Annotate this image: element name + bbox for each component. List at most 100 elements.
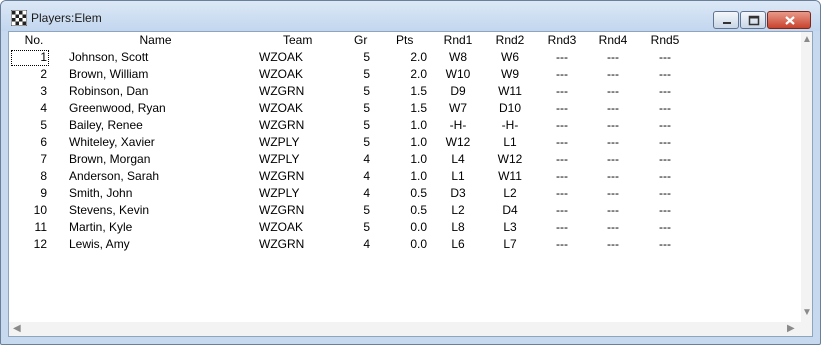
cell-name: Whiteley, Xavier xyxy=(69,135,155,149)
cell-rnd5: --- xyxy=(659,84,671,98)
cell-rnd4: --- xyxy=(607,50,619,64)
cell-rnd1: W7 xyxy=(449,101,467,115)
cell-team: WZGRN xyxy=(259,169,305,183)
cell-rnd4: --- xyxy=(607,135,619,149)
cell-pts: 0.0 xyxy=(410,237,427,251)
cell-rnd4: --- xyxy=(607,67,619,81)
cell-rnd3: --- xyxy=(556,67,568,81)
close-button[interactable] xyxy=(767,11,811,29)
cell-no: 12 xyxy=(33,237,47,251)
cell-team: WZGRN xyxy=(259,118,305,132)
cell-rnd1: D3 xyxy=(450,186,466,200)
table-row[interactable]: 9 Smith, John WZPLY 4 0.5 D3 L2 --- --- … xyxy=(9,185,804,202)
cell-rnd1: L4 xyxy=(451,152,465,166)
col-no[interactable]: No. xyxy=(19,32,49,49)
table-row[interactable]: 1 Johnson, Scott WZOAK 5 2.0 W8 W6 --- -… xyxy=(9,49,804,66)
table-row[interactable]: 4 Greenwood, Ryan WZOAK 5 1.5 W7 D10 ---… xyxy=(9,100,804,117)
cell-rnd1: W8 xyxy=(449,50,467,64)
col-name[interactable]: Name xyxy=(69,32,242,49)
scroll-right-icon[interactable]: ▶ xyxy=(787,324,795,334)
cell-name: Smith, John xyxy=(69,186,133,200)
cell-name: Bailey, Renee xyxy=(69,118,143,132)
cell-rnd2: L2 xyxy=(503,186,517,200)
cell-rnd4: --- xyxy=(607,203,619,217)
scroll-down-icon[interactable]: ▼ xyxy=(802,308,812,318)
cell-no: 3 xyxy=(40,84,47,98)
cell-rnd5: --- xyxy=(659,101,671,115)
scroll-left-icon[interactable]: ◀ xyxy=(13,324,21,334)
col-rnd5[interactable]: Rnd5 xyxy=(646,32,684,49)
cell-pts: 1.0 xyxy=(410,169,427,183)
cell-team: WZGRN xyxy=(259,84,305,98)
table-row[interactable]: 8 Anderson, Sarah WZGRN 4 1.0 L1 W11 ---… xyxy=(9,168,804,185)
cell-rnd5: --- xyxy=(659,203,671,217)
cell-name: Robinson, Dan xyxy=(69,84,149,98)
cell-no: 9 xyxy=(40,186,47,200)
close-icon xyxy=(785,16,795,25)
table-row[interactable]: 10 Stevens, Kevin WZGRN 5 0.5 L2 D4 --- … xyxy=(9,202,804,219)
cell-rnd2: W11 xyxy=(498,84,522,98)
cell-team: WZGRN xyxy=(259,203,305,217)
cell-gr: 4 xyxy=(363,169,370,183)
cell-rnd2: L3 xyxy=(503,220,517,234)
cell-pts: 0.5 xyxy=(410,203,427,217)
cell-rnd4: --- xyxy=(607,169,619,183)
cell-team: WZPLY xyxy=(259,135,300,149)
cell-rnd5: --- xyxy=(659,118,671,132)
table-row[interactable]: 7 Brown, Morgan WZPLY 4 1.0 L4 W12 --- -… xyxy=(9,151,804,168)
cell-rnd4: --- xyxy=(607,118,619,132)
col-rnd1[interactable]: Rnd1 xyxy=(439,32,477,49)
cell-rnd2: W12 xyxy=(497,152,523,166)
cell-rnd2: W11 xyxy=(498,169,522,183)
players-table[interactable]: No. Name Team Gr Pts Rnd1 Rnd2 Rnd3 Rnd4… xyxy=(8,31,813,337)
cell-team: WZOAK xyxy=(259,67,303,81)
cell-rnd5: --- xyxy=(659,220,671,234)
cell-rnd1: L2 xyxy=(451,203,465,217)
vertical-scrollbar[interactable]: ▲ ▼ xyxy=(801,32,812,322)
cell-no: 11 xyxy=(34,220,47,234)
cell-pts: 1.0 xyxy=(410,118,427,132)
cell-team: WZPLY xyxy=(259,186,300,200)
cell-no: 6 xyxy=(40,135,47,149)
table-row[interactable]: 11 Martin, Kyle WZOAK 5 0.0 L8 L3 --- --… xyxy=(9,219,804,236)
cell-rnd4: --- xyxy=(607,186,619,200)
cell-rnd1: W10 xyxy=(445,67,471,81)
cell-rnd2: -H- xyxy=(501,118,519,132)
col-gr[interactable]: Gr xyxy=(354,32,374,49)
col-pts[interactable]: Pts xyxy=(396,32,426,49)
col-rnd4[interactable]: Rnd4 xyxy=(594,32,632,49)
cell-no: 2 xyxy=(40,67,47,81)
cell-rnd4: --- xyxy=(607,84,619,98)
title-bar[interactable]: Players:Elem xyxy=(1,1,820,31)
cell-pts: 2.0 xyxy=(410,67,427,81)
table-row[interactable]: 2 Brown, William WZOAK 5 2.0 W10 W9 --- … xyxy=(9,66,804,83)
cell-rnd1: L6 xyxy=(451,237,465,251)
table-row[interactable]: 12 Lewis, Amy WZGRN 4 0.0 L6 L7 --- --- … xyxy=(9,236,804,253)
maximize-button[interactable] xyxy=(740,11,766,29)
cell-gr: 5 xyxy=(363,118,370,132)
cell-rnd4: --- xyxy=(607,237,619,251)
cell-rnd3: --- xyxy=(556,237,568,251)
cell-rnd2: W9 xyxy=(501,67,519,81)
chessboard-icon[interactable] xyxy=(10,9,28,27)
cell-gr: 4 xyxy=(363,152,370,166)
table-row[interactable]: 6 Whiteley, Xavier WZPLY 5 1.0 W12 L1 --… xyxy=(9,134,804,151)
horizontal-scrollbar[interactable]: ◀ ▶ xyxy=(9,322,812,336)
col-rnd3[interactable]: Rnd3 xyxy=(543,32,581,49)
cell-rnd4: --- xyxy=(607,152,619,166)
cell-rnd2: D10 xyxy=(498,101,521,115)
minimize-icon xyxy=(723,22,731,24)
cell-rnd5: --- xyxy=(659,50,671,64)
col-rnd2[interactable]: Rnd2 xyxy=(491,32,529,49)
cell-name: Anderson, Sarah xyxy=(69,169,160,183)
cell-name: Brown, William xyxy=(69,67,149,81)
cell-rnd4: --- xyxy=(607,101,619,115)
table-row[interactable]: 3 Robinson, Dan WZGRN 5 1.5 D9 W11 --- -… xyxy=(9,83,804,100)
scroll-up-icon[interactable]: ▲ xyxy=(802,35,812,45)
cell-name: Stevens, Kevin xyxy=(69,203,150,217)
window-title: Players:Elem xyxy=(31,11,102,25)
table-row[interactable]: 5 Bailey, Renee WZGRN 5 1.0 -H- -H- --- … xyxy=(9,117,804,134)
cell-rnd5: --- xyxy=(659,237,671,251)
minimize-button[interactable] xyxy=(713,11,739,29)
col-team[interactable]: Team xyxy=(283,32,363,49)
